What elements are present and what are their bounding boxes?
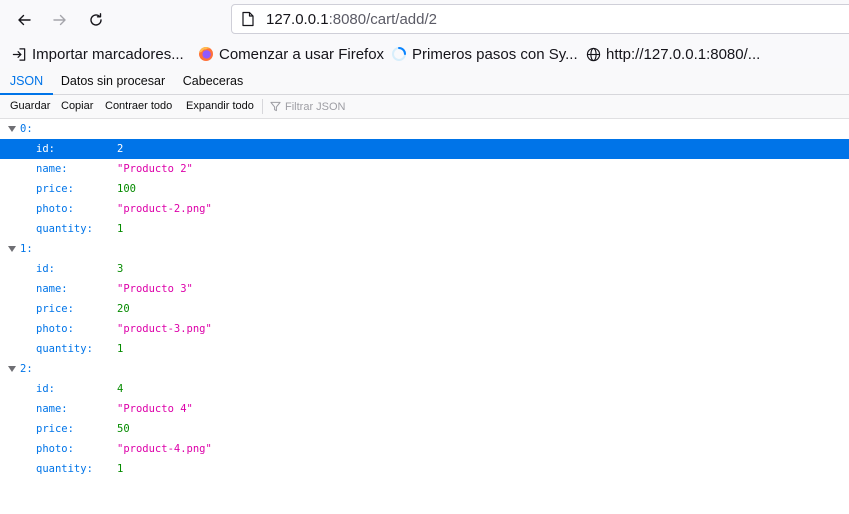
url-host: 127.0.0.1	[266, 11, 329, 28]
tree-row-id[interactable]: id: 2	[0, 139, 849, 159]
copy-button[interactable]: Copiar	[61, 95, 93, 118]
property-key: id:	[36, 383, 55, 395]
page-icon	[242, 11, 254, 27]
property-value: 1	[117, 463, 124, 475]
reload-button[interactable]	[82, 6, 110, 34]
property-value: 1	[117, 343, 124, 355]
property-value: "Producto 3"	[117, 283, 193, 295]
expand-triangle-icon[interactable]	[8, 366, 16, 372]
navigation-bar: 127.0.0.1:8080/cart/add/2	[0, 0, 849, 39]
url-bar[interactable]: 127.0.0.1:8080/cart/add/2	[231, 4, 849, 34]
tree-row-id[interactable]: id: 4	[0, 379, 849, 399]
property-value: 3	[117, 263, 124, 275]
back-button[interactable]	[10, 6, 38, 34]
property-value: 20	[117, 303, 130, 315]
filter-icon	[270, 101, 281, 112]
url-path: :8080/cart/add/2	[328, 11, 437, 28]
url-text: 127.0.0.1:8080/cart/add/2	[266, 11, 437, 28]
tree-row-price[interactable]: price: 100	[0, 179, 849, 199]
property-key: quantity:	[36, 343, 93, 355]
property-key: id:	[36, 263, 55, 275]
property-key: price:	[36, 423, 74, 435]
bookmark-primeros-pasos[interactable]: Primeros pasos con Sy...	[391, 44, 578, 64]
bookmark-localhost[interactable]: http://127.0.0.1:8080/...	[586, 44, 760, 64]
property-value: "Producto 4"	[117, 403, 193, 415]
array-index: 0:	[20, 123, 33, 135]
arrow-right-icon	[53, 14, 66, 26]
import-icon	[12, 47, 26, 61]
bookmark-label: Comenzar a usar Firefox	[219, 45, 385, 63]
bookmark-firefox[interactable]: Comenzar a usar Firefox	[198, 44, 384, 64]
array-index: 2:	[20, 363, 33, 375]
json-tree: 0: id: 2 name: "Producto 2" price: 100 p…	[0, 119, 849, 479]
property-key: name:	[36, 163, 68, 175]
tree-row-price[interactable]: price: 50	[0, 419, 849, 439]
json-toolbar: Guardar Copiar Contraer todo Expandir to…	[0, 95, 849, 119]
property-value: 2	[117, 143, 124, 155]
property-key: price:	[36, 303, 74, 315]
firefox-icon	[199, 47, 213, 61]
arrow-left-icon	[18, 14, 31, 26]
tab-headers[interactable]: Cabeceras	[173, 68, 253, 94]
property-key: photo:	[36, 443, 74, 455]
bookmark-label: Importar marcadores...	[32, 45, 184, 63]
tree-row-item-1[interactable]: 1:	[0, 239, 849, 259]
tree-row-photo[interactable]: photo: "product-4.png"	[0, 439, 849, 459]
property-key: name:	[36, 403, 68, 415]
property-value: 1	[117, 223, 124, 235]
globe-icon	[586, 47, 601, 61]
property-value: 100	[117, 183, 136, 195]
toolbar-divider	[262, 99, 263, 114]
tree-row-name[interactable]: name: "Producto 2"	[0, 159, 849, 179]
tree-row-photo[interactable]: photo: "product-2.png"	[0, 199, 849, 219]
property-key: id:	[36, 143, 55, 155]
tree-row-price[interactable]: price: 20	[0, 299, 849, 319]
spinner-icon	[392, 47, 406, 61]
tab-json[interactable]: JSON	[0, 68, 53, 95]
forward-button[interactable]	[46, 6, 74, 34]
tab-raw-data[interactable]: Datos sin procesar	[53, 68, 173, 94]
bookmark-label: http://127.0.0.1:8080/...	[606, 45, 761, 63]
expand-all-button[interactable]: Expandir todo	[186, 95, 254, 118]
tree-row-item-0[interactable]: 0:	[0, 119, 849, 139]
property-value: "product-3.png"	[117, 323, 212, 335]
property-key: quantity:	[36, 223, 93, 235]
tree-row-quantity[interactable]: quantity: 1	[0, 219, 849, 239]
property-key: photo:	[36, 203, 74, 215]
bookmark-import[interactable]: Importar marcadores...	[12, 44, 184, 64]
bookmarks-bar: Importar marcadores... Comenzar a usar F…	[0, 39, 849, 68]
property-value: "Producto 2"	[117, 163, 193, 175]
tree-row-quantity[interactable]: quantity: 1	[0, 339, 849, 359]
filter-box	[270, 95, 435, 118]
property-value: 4	[117, 383, 124, 395]
expand-triangle-icon[interactable]	[8, 126, 16, 132]
expand-triangle-icon[interactable]	[8, 246, 16, 252]
array-index: 1:	[20, 243, 33, 255]
tree-row-name[interactable]: name: "Producto 4"	[0, 399, 849, 419]
property-value: 50	[117, 423, 130, 435]
property-key: quantity:	[36, 463, 93, 475]
property-key: photo:	[36, 323, 74, 335]
property-value: "product-4.png"	[117, 443, 212, 455]
tree-row-item-2[interactable]: 2:	[0, 359, 849, 379]
property-key: name:	[36, 283, 68, 295]
reload-icon	[90, 13, 102, 26]
tree-row-quantity[interactable]: quantity: 1	[0, 459, 849, 479]
json-viewer-tabs: JSON Datos sin procesar Cabeceras	[0, 68, 849, 95]
tree-row-name[interactable]: name: "Producto 3"	[0, 279, 849, 299]
filter-json-input[interactable]	[285, 100, 435, 113]
collapse-all-button[interactable]: Contraer todo	[105, 95, 172, 118]
tree-row-id[interactable]: id: 3	[0, 259, 849, 279]
tree-row-photo[interactable]: photo: "product-3.png"	[0, 319, 849, 339]
property-value: "product-2.png"	[117, 203, 212, 215]
save-button[interactable]: Guardar	[10, 95, 50, 118]
property-key: price:	[36, 183, 74, 195]
bookmark-label: Primeros pasos con Sy...	[412, 45, 578, 63]
